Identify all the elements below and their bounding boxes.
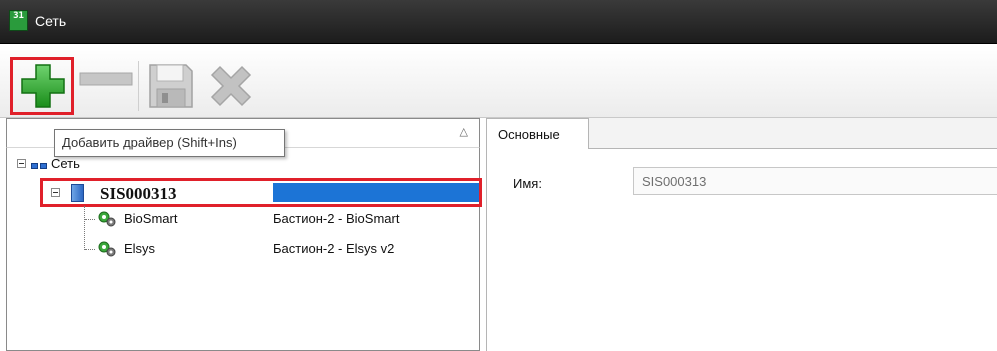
driver-gear-icon <box>98 211 116 227</box>
tree-connector <box>84 206 85 250</box>
save-icon <box>149 64 193 108</box>
delete-button[interactable] <box>206 61 262 117</box>
collapse-icon[interactable] <box>51 188 60 197</box>
window-title: Сеть <box>35 13 67 29</box>
selection-highlight <box>273 183 479 202</box>
tree-connector <box>85 249 95 250</box>
tab-general[interactable]: Основные <box>486 118 589 149</box>
add-icon <box>21 64 65 108</box>
name-label: Имя: <box>513 176 542 191</box>
driver-name: BioSmart <box>124 211 178 226</box>
name-field[interactable]: SIS000313 <box>633 167 997 195</box>
add-driver-tooltip: Добавить драйвер (Shift+Ins) <box>54 129 285 157</box>
driver-name: Elsys <box>124 241 156 256</box>
delete-icon <box>210 65 252 107</box>
add-driver-button[interactable] <box>10 57 74 115</box>
tree-connector <box>85 219 95 220</box>
sort-triangle-icon: △ <box>459 126 468 138</box>
save-button[interactable] <box>146 61 202 117</box>
collapse-icon[interactable] <box>17 158 26 168</box>
tree-item-driver[interactable]: BioSmart Бастион-2 - BioSmart <box>95 209 475 229</box>
tree-root-label: Сеть <box>51 155 80 171</box>
driver-type: Бастион-2 - Elsys v2 <box>273 241 395 256</box>
network-icon <box>31 156 49 170</box>
app-icon: 31 <box>9 10 28 31</box>
tree-item-driver[interactable]: Elsys Бастион-2 - Elsys v2 <box>95 239 475 259</box>
server-icon <box>71 184 84 202</box>
toolbar-separator <box>138 61 139 111</box>
remove-driver-button[interactable] <box>78 69 134 125</box>
driver-type: Бастион-2 - BioSmart <box>273 211 400 226</box>
server-label: SIS000313 <box>100 184 177 203</box>
tree-item-server[interactable]: SIS000313 <box>40 178 482 207</box>
toolbar <box>0 45 997 118</box>
title-bar: 31 Сеть <box>0 0 997 44</box>
network-window: 31 Сеть △ Сеть Добавить драйвер (Shift+I… <box>0 0 997 351</box>
remove-icon <box>79 72 133 86</box>
driver-gear-icon <box>98 241 116 257</box>
